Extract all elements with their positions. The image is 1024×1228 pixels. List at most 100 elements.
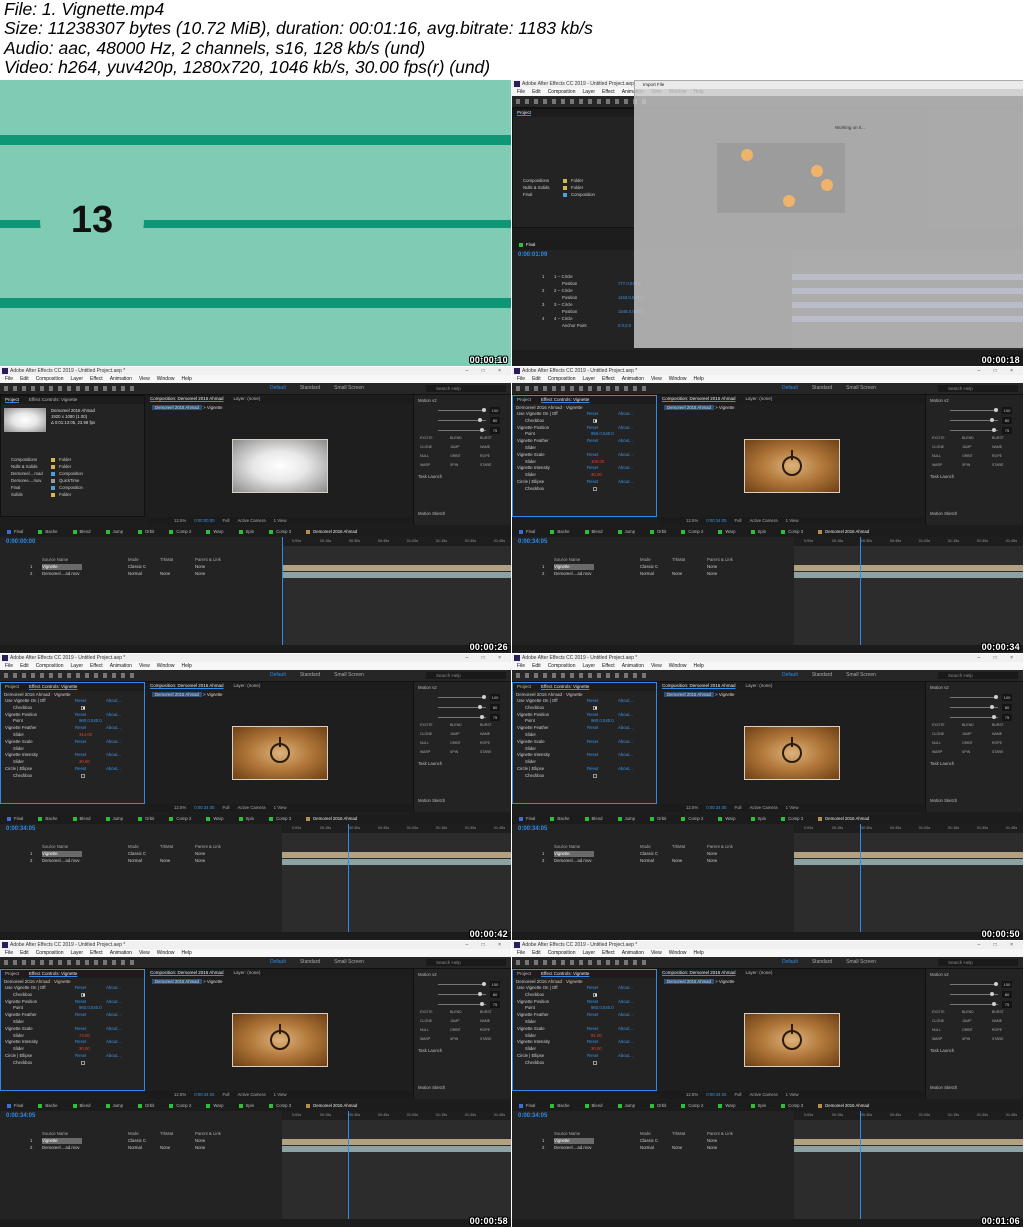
reset-button[interactable]: Reset xyxy=(75,1039,86,1046)
motion-button[interactable]: EXCITE xyxy=(932,1010,945,1014)
breadcrumb-comp[interactable]: Demoreel 2016 Ahmad xyxy=(152,692,202,697)
slider-number[interactable]: 75 xyxy=(1002,1001,1012,1008)
view-select[interactable]: 1 View xyxy=(786,518,799,523)
timeline-tab[interactable]: Warp xyxy=(206,814,224,824)
timeline-tab[interactable]: Spin xyxy=(238,527,254,537)
tab-layer[interactable]: Layer: (none) xyxy=(234,396,261,401)
about-button[interactable]: About... xyxy=(618,725,633,732)
menu-item[interactable]: Animation xyxy=(622,376,644,382)
timeline-tab[interactable]: Final xyxy=(519,814,535,824)
slider-number[interactable]: 80 xyxy=(490,704,500,711)
effect-property[interactable]: Use Vignette On | Off Reset About... xyxy=(513,985,656,992)
viewer-time[interactable]: 0:00:34:05 xyxy=(706,518,726,523)
motion-button[interactable]: NULL xyxy=(420,1028,429,1032)
workspace-tab[interactable]: Standard xyxy=(300,672,320,678)
timeline-tab[interactable]: Comp 3 xyxy=(269,1101,291,1111)
timeline-tab[interactable]: Bache xyxy=(550,1101,570,1111)
reset-button[interactable]: Reset xyxy=(75,698,86,705)
timeline-tab[interactable]: Spin xyxy=(750,527,766,537)
layer-bar-vignette[interactable] xyxy=(794,565,1023,571)
effect-property[interactable]: Slider xyxy=(513,759,656,766)
current-time-indicator[interactable] xyxy=(860,824,861,932)
layer-parent[interactable]: None xyxy=(707,1145,717,1152)
reset-button[interactable]: Reset xyxy=(75,1026,86,1033)
menu-item[interactable]: View xyxy=(651,376,662,382)
menu-item[interactable]: Window xyxy=(157,376,175,382)
camera-select[interactable]: Active Camera xyxy=(237,805,265,810)
breadcrumb-layer[interactable]: Vignette xyxy=(207,692,223,697)
slider-number[interactable]: 100 xyxy=(490,694,500,701)
project-item[interactable]: Demoree....mov QuickTime xyxy=(1,477,144,484)
about-button[interactable]: About... xyxy=(618,752,633,759)
point-value[interactable]: 960.0,540.0 xyxy=(591,431,614,438)
slider-number[interactable]: 75 xyxy=(490,427,500,434)
effect-property[interactable]: Circle | Ellipse Reset About... xyxy=(1,766,144,773)
zoom-select[interactable]: 12.5% xyxy=(174,805,186,810)
menu-item[interactable]: Effect xyxy=(90,950,103,956)
project-item[interactable]: Demoreel....mad Composition xyxy=(1,470,144,477)
effect-property[interactable]: Checkbox xyxy=(513,773,656,780)
motion-slider[interactable] xyxy=(438,418,486,422)
motion-button[interactable]: JUMP xyxy=(962,1019,972,1023)
layer-parent[interactable]: None xyxy=(195,851,205,858)
effect-property[interactable]: Vignette Feather Reset About... xyxy=(1,725,144,732)
motion-button[interactable]: BLEND xyxy=(962,723,974,727)
timeline-tab[interactable]: Jump xyxy=(617,814,635,824)
about-button[interactable]: About... xyxy=(618,1039,633,1046)
project-item[interactable]: Compositions Folder xyxy=(513,177,635,184)
effect-property[interactable]: Checkbox xyxy=(1,1060,144,1067)
camera-select[interactable]: Active Camera xyxy=(749,1092,777,1097)
breadcrumb-comp[interactable]: Demoreel 2016 Ahmad xyxy=(664,692,714,697)
menu-item[interactable]: File xyxy=(5,950,13,956)
motion-slider[interactable] xyxy=(950,992,998,996)
workspace-tab[interactable]: Small Screen xyxy=(846,385,876,391)
menu-item[interactable]: Help xyxy=(693,950,703,956)
motion-button[interactable]: JUMP xyxy=(962,445,972,449)
menu-item[interactable]: Help xyxy=(693,663,703,669)
menu-item[interactable]: Edit xyxy=(20,950,29,956)
timeline-tab[interactable]: Blend xyxy=(72,814,91,824)
motion-button[interactable]: CLONE xyxy=(420,1019,432,1023)
slider-knob[interactable] xyxy=(482,695,486,699)
workspace-tab[interactable]: Default xyxy=(270,385,286,391)
timeline-layer[interactable]: 1 Vignette Classic C None xyxy=(512,1138,794,1145)
slider-value[interactable]: 30.00 xyxy=(79,1046,90,1053)
motion-sketch-tab[interactable]: Motion Sketch xyxy=(418,798,445,803)
motion-slider[interactable] xyxy=(950,418,998,422)
project-item[interactable]: Nulls & Solids Folder xyxy=(1,463,144,470)
timeline-tab[interactable]: Bache xyxy=(38,527,58,537)
menu-item[interactable]: Effect xyxy=(602,950,615,956)
layer-bar-video[interactable] xyxy=(794,1146,1023,1152)
timeline-tab[interactable]: Spin xyxy=(750,814,766,824)
effect-property[interactable]: Slider 30.00 xyxy=(513,472,656,479)
workspace-tab[interactable]: Default xyxy=(782,959,798,965)
reset-button[interactable]: Reset xyxy=(75,1053,86,1060)
motion-button[interactable]: NAME xyxy=(992,1019,1002,1023)
viewer-time[interactable]: 0:00:34:05 xyxy=(706,805,726,810)
slider-number[interactable]: 100 xyxy=(490,407,500,414)
about-button[interactable]: About... xyxy=(618,1053,633,1060)
layer-mode[interactable]: Normal xyxy=(640,858,654,865)
motion-button[interactable]: BURST xyxy=(992,723,1004,727)
view-select[interactable]: 1 View xyxy=(274,1092,287,1097)
project-item[interactable]: Final Composition xyxy=(1,484,144,491)
motion-slider-row[interactable]: 75 xyxy=(926,426,1023,436)
timeline-tab[interactable]: Warp xyxy=(718,527,736,537)
reset-button[interactable]: Reset xyxy=(587,766,598,773)
camera-select[interactable]: Active Camera xyxy=(237,1092,265,1097)
slider-number[interactable]: 100 xyxy=(1002,694,1012,701)
motion-button[interactable]: CLONE xyxy=(932,445,944,449)
timeline-tab[interactable]: Demoreel 2016 Ahmad xyxy=(306,527,357,537)
effect-property[interactable]: Vignette Position Reset About... xyxy=(1,999,144,1006)
timeline-graph[interactable]: 0:00s 00:15s 00:30s 00:45s 01:00s 01:15s 01:30… xyxy=(794,537,1023,645)
property-value[interactable]: 0.0,0.0 xyxy=(618,323,631,330)
motion-button[interactable]: EXCITE xyxy=(420,1010,433,1014)
slider-number[interactable]: 75 xyxy=(1002,714,1012,721)
motion-button[interactable]: WARP xyxy=(420,1037,430,1041)
composition-viewer[interactable]: Composition: Demoreel 2016 Ahmad Layer: (… xyxy=(658,682,924,804)
effect-property[interactable]: Checkbox xyxy=(513,486,656,493)
motion-button[interactable]: NULL xyxy=(932,1028,941,1032)
tab-project[interactable]: Project xyxy=(517,110,531,115)
motion-button[interactable]: STARE xyxy=(992,463,1003,467)
tab-composition[interactable]: Composition: Demoreel 2016 Ahmad xyxy=(150,970,224,975)
